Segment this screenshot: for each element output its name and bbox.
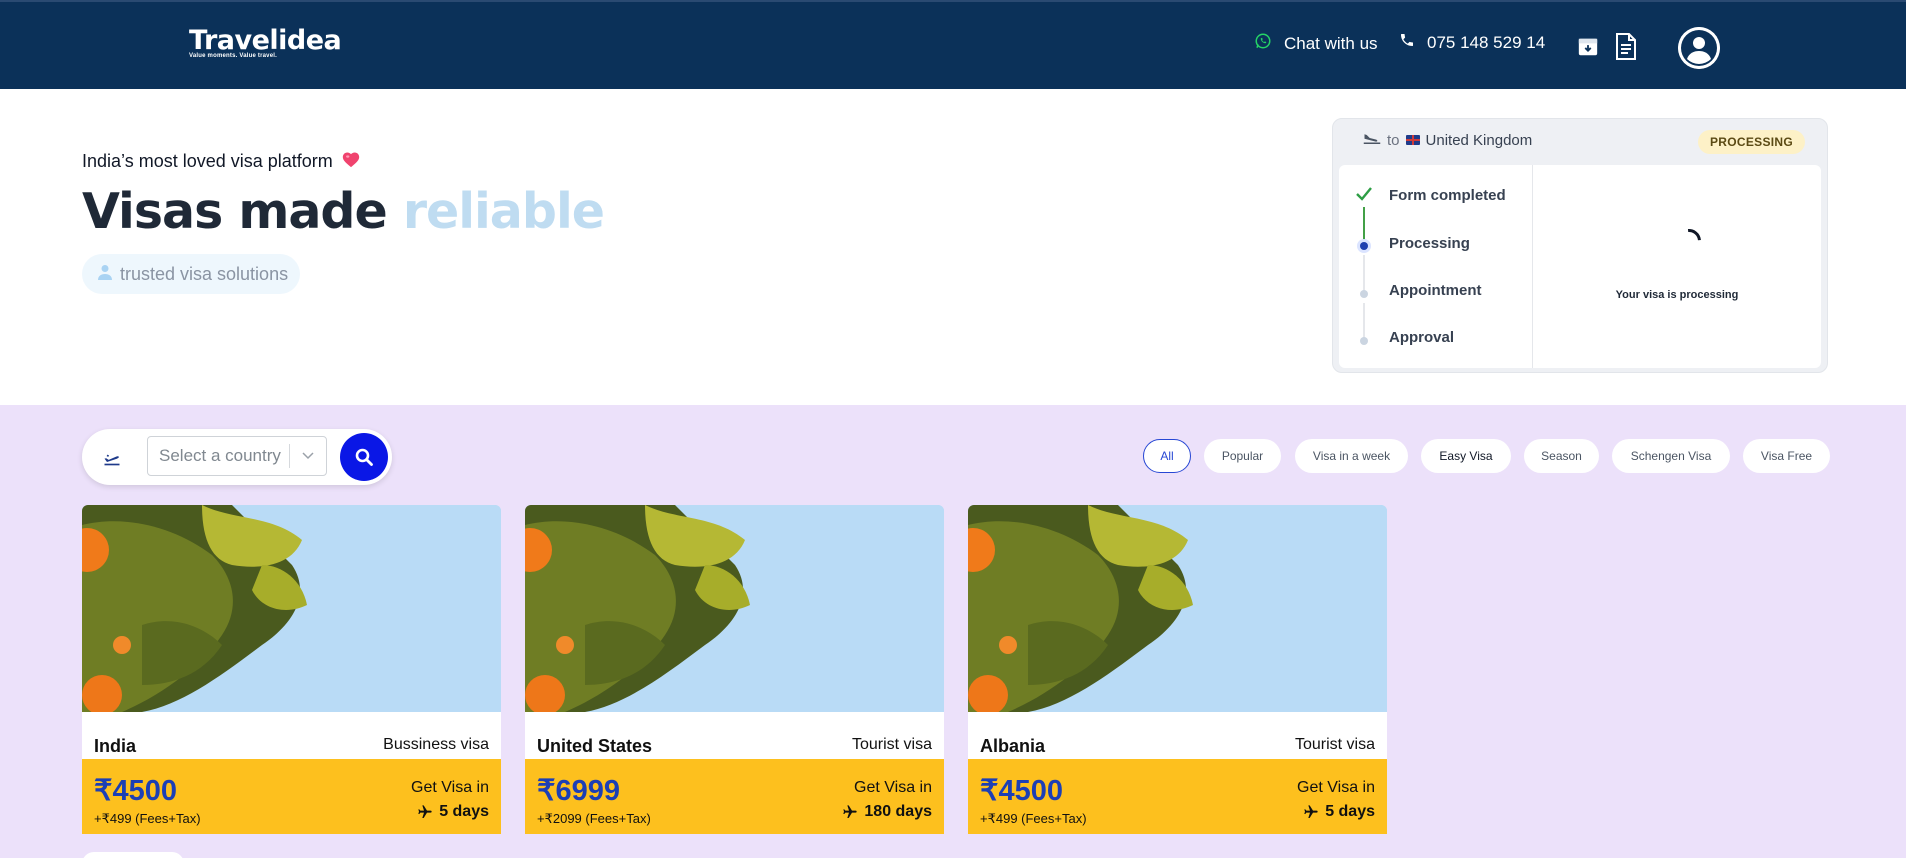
card-title-row: Albania Tourist visa: [968, 712, 1387, 764]
status-message: Your visa is processing: [1615, 289, 1739, 301]
filter-chip-season[interactable]: Season: [1524, 439, 1599, 473]
card-price: ₹4500: [980, 775, 1063, 807]
step-approval: Approval: [1389, 329, 1455, 346]
card-get-visa-label: Get Visa in: [854, 779, 932, 796]
hero-title: Visas made reliable: [82, 183, 605, 240]
filter-chip-easy-visa[interactable]: Easy Visa: [1421, 439, 1511, 473]
card-country: Albania: [980, 736, 1046, 756]
country-select-placeholder: Select a country: [159, 446, 281, 465]
filter-chip-popular[interactable]: Popular: [1204, 439, 1281, 473]
next-section-tab: [82, 852, 184, 864]
plane-departure-icon: [102, 447, 122, 467]
step-pending-dot: [1360, 337, 1368, 345]
archive-icon[interactable]: [1577, 36, 1599, 58]
logo-wordmark: Travelidea: [189, 25, 342, 56]
card-price-row: ₹4500 +₹499 (Fees+Tax) Get Visa in 5 day…: [968, 759, 1387, 834]
card-visa-type: Bussiness visa: [383, 736, 489, 753]
card-get-visa-label: Get Visa in: [411, 779, 489, 796]
step-connector: [1363, 303, 1365, 339]
visa-status-card: to United Kingdom PROCESSING Form comple…: [1332, 118, 1828, 373]
card-days-value: 5 days: [1325, 803, 1375, 820]
step-appointment: Appointment: [1389, 282, 1482, 299]
card-fees: +₹2099 (Fees+Tax): [537, 811, 651, 826]
step-form-completed: Form completed: [1389, 187, 1506, 204]
destination-country: United Kingdom: [1425, 131, 1533, 149]
card-processing-days: 180 days: [842, 803, 932, 821]
card-price: ₹4500: [94, 775, 177, 807]
airplane-icon: [843, 805, 858, 818]
card-country: India: [94, 736, 137, 756]
hero-title-accent: reliable: [402, 183, 605, 240]
filter-chip-visa-in-a-week[interactable]: Visa in a week: [1295, 439, 1408, 473]
chevron-down-icon[interactable]: [290, 452, 326, 460]
airplane-icon: [1304, 805, 1318, 818]
loading-spinner-icon: [1672, 224, 1706, 258]
chat-with-us-link[interactable]: Chat with us: [1254, 32, 1378, 55]
step-current-dot: [1360, 242, 1368, 250]
to-label: to: [1387, 131, 1400, 149]
visa-card[interactable]: India Bussiness visa ₹4500 +₹499 (Fees+T…: [82, 505, 501, 834]
step-connector: [1363, 255, 1365, 291]
destination-image: [968, 505, 1387, 712]
card-processing-days: 5 days: [1303, 803, 1375, 821]
card-visa-type: Tourist visa: [1294, 736, 1375, 753]
card-fees: +₹499 (Fees+Tax): [94, 811, 201, 826]
card-price-row: ₹4500 +₹499 (Fees+Tax) Get Visa in 5 day…: [82, 759, 501, 834]
card-get-visa-label: Get Visa in: [1297, 779, 1375, 796]
card-days-value: 5 days: [439, 803, 489, 820]
filter-chip-schengen-visa[interactable]: Schengen Visa: [1612, 439, 1730, 473]
country-select[interactable]: Select a country: [147, 436, 327, 476]
destination-image: [525, 505, 944, 712]
card-country: United States: [537, 736, 653, 756]
brand-logo[interactable]: Travelidea Value moments. Value travel.: [189, 25, 342, 60]
search-icon: [355, 448, 373, 466]
hero-kicker-text: India’s most loved visa platform: [82, 151, 333, 171]
trust-pill-label: trusted visa solutions: [120, 263, 289, 284]
card-visa-type: Tourist visa: [851, 736, 932, 753]
phone-icon: [1399, 32, 1415, 53]
country-search-bar: Select a country: [82, 429, 392, 485]
user-avatar-icon[interactable]: [1678, 27, 1720, 69]
card-title-row: United States Tourist visa: [525, 712, 944, 764]
check-icon: [1356, 187, 1372, 206]
chat-label: Chat with us: [1284, 33, 1378, 53]
document-icon[interactable]: [1615, 33, 1637, 60]
card-title-row: India Bussiness visa: [82, 712, 501, 764]
visa-card[interactable]: Albania Tourist visa ₹4500 +₹499 (Fees+T…: [968, 505, 1387, 834]
top-navbar: Travelidea Value moments. Value travel. …: [0, 0, 1906, 89]
status-steps: Form completed Processing Appointment Ap…: [1339, 165, 1533, 368]
step-processing: Processing: [1389, 235, 1470, 252]
destination-image: [82, 505, 501, 712]
uk-flag-icon: [1405, 135, 1420, 145]
card-days-value: 180 days: [864, 803, 932, 820]
visa-card[interactable]: United States Tourist visa ₹6999 +₹2099 …: [525, 505, 944, 834]
card-price: ₹6999: [537, 775, 620, 807]
status-panel: Form completed Processing Appointment Ap…: [1339, 165, 1821, 368]
filter-chip-all[interactable]: All: [1143, 439, 1191, 473]
step-pending-dot: [1360, 290, 1368, 298]
status-destination: to United Kingdom: [1363, 131, 1532, 149]
filter-chip-visa-free[interactable]: Visa Free: [1743, 439, 1830, 473]
search-button[interactable]: [340, 433, 388, 481]
airplane-icon: [418, 805, 432, 818]
phone-number: 075 148 529 14: [1427, 32, 1546, 52]
hero-kicker: India’s most loved visa platform: [82, 150, 361, 173]
trust-pill: trusted visa solutions: [82, 254, 301, 294]
hero-title-main: Visas made: [82, 183, 388, 240]
phone-link[interactable]: 075 148 529 14: [1399, 32, 1545, 53]
status-detail: Your visa is processing: [1533, 165, 1821, 368]
whatsapp-icon: [1254, 32, 1272, 55]
status-badge: PROCESSING: [1697, 130, 1805, 154]
heart-icon: [341, 150, 361, 173]
plane-landing-icon: [1363, 131, 1381, 149]
card-price-row: ₹6999 +₹2099 (Fees+Tax) Get Visa in 180 …: [525, 759, 944, 834]
card-fees: +₹499 (Fees+Tax): [980, 811, 1087, 826]
step-connector: [1363, 207, 1365, 245]
card-processing-days: 5 days: [417, 803, 489, 821]
user-icon: [98, 264, 112, 285]
